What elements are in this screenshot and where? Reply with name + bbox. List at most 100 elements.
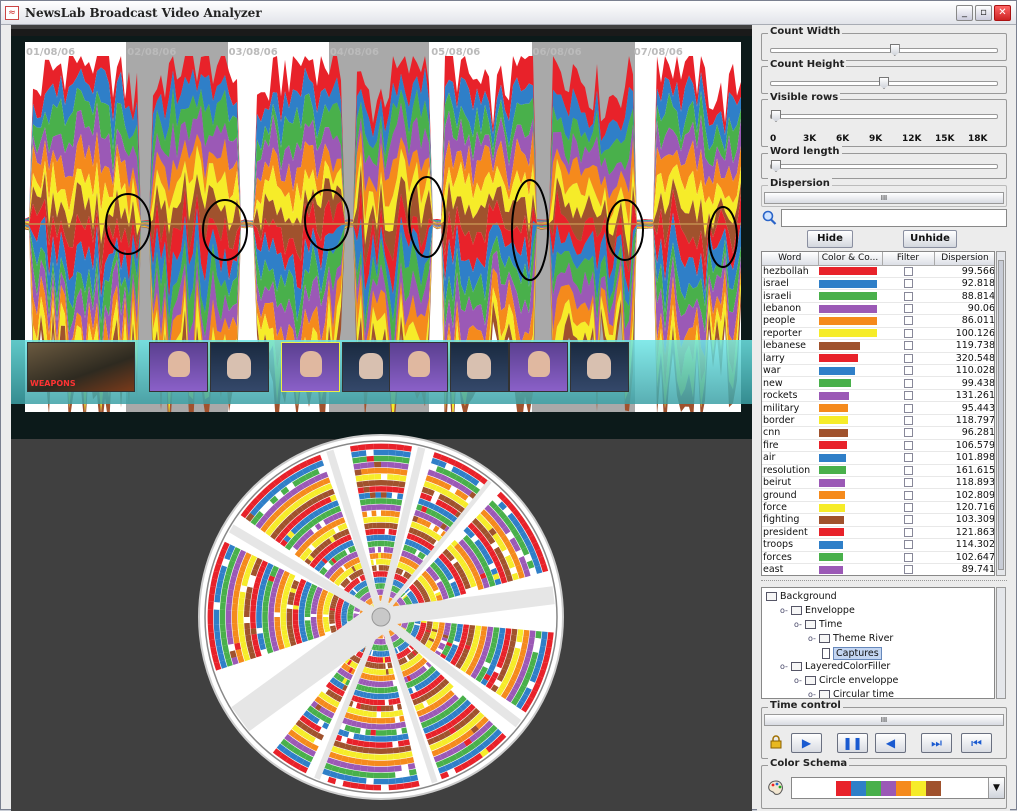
filter-cell[interactable] (882, 340, 934, 352)
column-header-color[interactable]: Color & Co... (818, 252, 882, 265)
word-length-slider[interactable] (770, 164, 998, 169)
table-row[interactable]: cnn96.281 (762, 427, 995, 439)
unhide-button[interactable]: Unhide (903, 230, 957, 248)
ring-segment[interactable] (381, 535, 385, 541)
ring-segment[interactable] (367, 772, 375, 778)
table-row[interactable]: fire106.579 (762, 439, 995, 451)
ring-segment[interactable] (392, 735, 398, 741)
filter-checkbox[interactable] (904, 515, 913, 524)
filter-checkbox[interactable] (904, 316, 913, 325)
ring-segment[interactable] (329, 617, 335, 619)
ring-segment[interactable] (365, 729, 371, 735)
ring-segment[interactable] (469, 625, 475, 630)
ring-segment[interactable] (360, 728, 366, 734)
ring-segment[interactable] (375, 754, 381, 760)
ring-segment[interactable] (341, 615, 347, 617)
ring-segment[interactable] (251, 599, 257, 605)
ring-segment[interactable] (380, 589, 381, 595)
layer-tree[interactable]: Backgroundo-Enveloppeo-Timeo-Theme River… (761, 587, 995, 699)
ring-segment[interactable] (384, 535, 388, 541)
ring-segment[interactable] (390, 517, 395, 523)
ring-segment[interactable] (281, 621, 287, 626)
filter-cell[interactable] (882, 464, 934, 476)
ring-segment[interactable] (373, 700, 377, 706)
ring-segment[interactable] (399, 746, 406, 752)
color-count-cell[interactable] (818, 501, 882, 513)
ring-segment[interactable] (398, 487, 405, 493)
ring-segment[interactable] (534, 638, 541, 646)
ring-segment[interactable] (353, 463, 361, 470)
ring-segment[interactable] (268, 612, 274, 617)
ring-segment[interactable] (372, 712, 377, 718)
ring-segment[interactable] (381, 571, 383, 577)
ring-segment[interactable] (220, 631, 226, 639)
lock-icon[interactable] (769, 735, 783, 749)
color-count-cell[interactable] (818, 340, 882, 352)
ring-segment[interactable] (396, 777, 404, 783)
ring-segment[interactable] (400, 758, 407, 765)
ring-segment[interactable] (381, 529, 385, 535)
ring-segment[interactable] (395, 771, 403, 777)
color-count-cell[interactable] (818, 327, 882, 339)
ring-segment[interactable] (214, 617, 220, 625)
ring-segment[interactable] (378, 670, 381, 676)
ring-segment[interactable] (245, 635, 251, 642)
ring-segment[interactable] (388, 772, 396, 778)
title-bar[interactable]: ≈ NewsLab Broadcast Video Analyzer _ ▫ ✕ (1, 1, 1016, 25)
ring-segment[interactable] (504, 634, 510, 641)
filter-cell[interactable] (882, 514, 934, 526)
ring-segment[interactable] (381, 565, 383, 571)
ring-segment[interactable] (362, 511, 367, 517)
ring-segment[interactable] (376, 498, 381, 504)
ring-segment[interactable] (386, 498, 392, 504)
ring-segment[interactable] (367, 511, 372, 517)
ring-segment[interactable] (366, 778, 374, 784)
ring-segment[interactable] (275, 622, 281, 627)
ring-segment[interactable] (251, 628, 257, 634)
ring-segment[interactable] (220, 624, 226, 632)
ring-segment[interactable] (244, 617, 250, 623)
ring-segment[interactable] (299, 613, 305, 617)
filter-checkbox[interactable] (904, 553, 913, 562)
ring-segment[interactable] (388, 535, 392, 541)
ring-segment[interactable] (360, 765, 367, 771)
layer-tree-scrollbar[interactable] (996, 587, 1006, 699)
table-row[interactable]: force120.716 (762, 501, 995, 513)
ring-segment[interactable] (381, 468, 388, 474)
ring-segment[interactable] (208, 609, 214, 617)
ring-segment[interactable] (381, 541, 384, 547)
ring-segment[interactable] (352, 739, 359, 746)
thumbnail-group-2[interactable] (149, 342, 269, 396)
ring-segment[interactable] (381, 761, 388, 767)
filter-checkbox[interactable] (904, 404, 913, 413)
ring-segment[interactable] (377, 712, 382, 718)
rewind-button[interactable]: ⏮ (961, 733, 992, 753)
ring-segment[interactable] (376, 718, 381, 724)
ring-segment[interactable] (388, 462, 395, 468)
ring-segment[interactable] (374, 694, 378, 700)
word-table-scrollbar[interactable] (996, 251, 1006, 576)
ring-segment[interactable] (373, 529, 377, 535)
ring-segment[interactable] (305, 614, 311, 617)
ring-segment[interactable] (388, 529, 393, 535)
ring-segment[interactable] (493, 627, 499, 633)
ring-segment[interactable] (379, 571, 381, 577)
ring-segment[interactable] (381, 724, 386, 730)
ring-segment[interactable] (385, 706, 390, 712)
ring-segment[interactable] (400, 752, 407, 758)
filter-checkbox[interactable] (904, 341, 913, 350)
ring-segment[interactable] (287, 613, 293, 617)
visible-rows-slider[interactable] (770, 114, 998, 119)
ring-segment[interactable] (369, 529, 374, 535)
word-table[interactable]: Word Color & Co... Filter Dispersion hez… (761, 251, 995, 576)
ring-segment[interactable] (208, 602, 214, 610)
ring-segment[interactable] (381, 498, 386, 504)
filter-cell[interactable] (882, 302, 934, 314)
table-row[interactable]: beirut118.893 (762, 476, 995, 488)
ring-segment[interactable] (374, 773, 381, 779)
color-count-cell[interactable] (818, 489, 882, 501)
ring-segment[interactable] (377, 529, 381, 535)
ring-segment[interactable] (381, 547, 384, 553)
ring-segment[interactable] (269, 607, 275, 612)
ring-segment[interactable] (335, 617, 341, 619)
